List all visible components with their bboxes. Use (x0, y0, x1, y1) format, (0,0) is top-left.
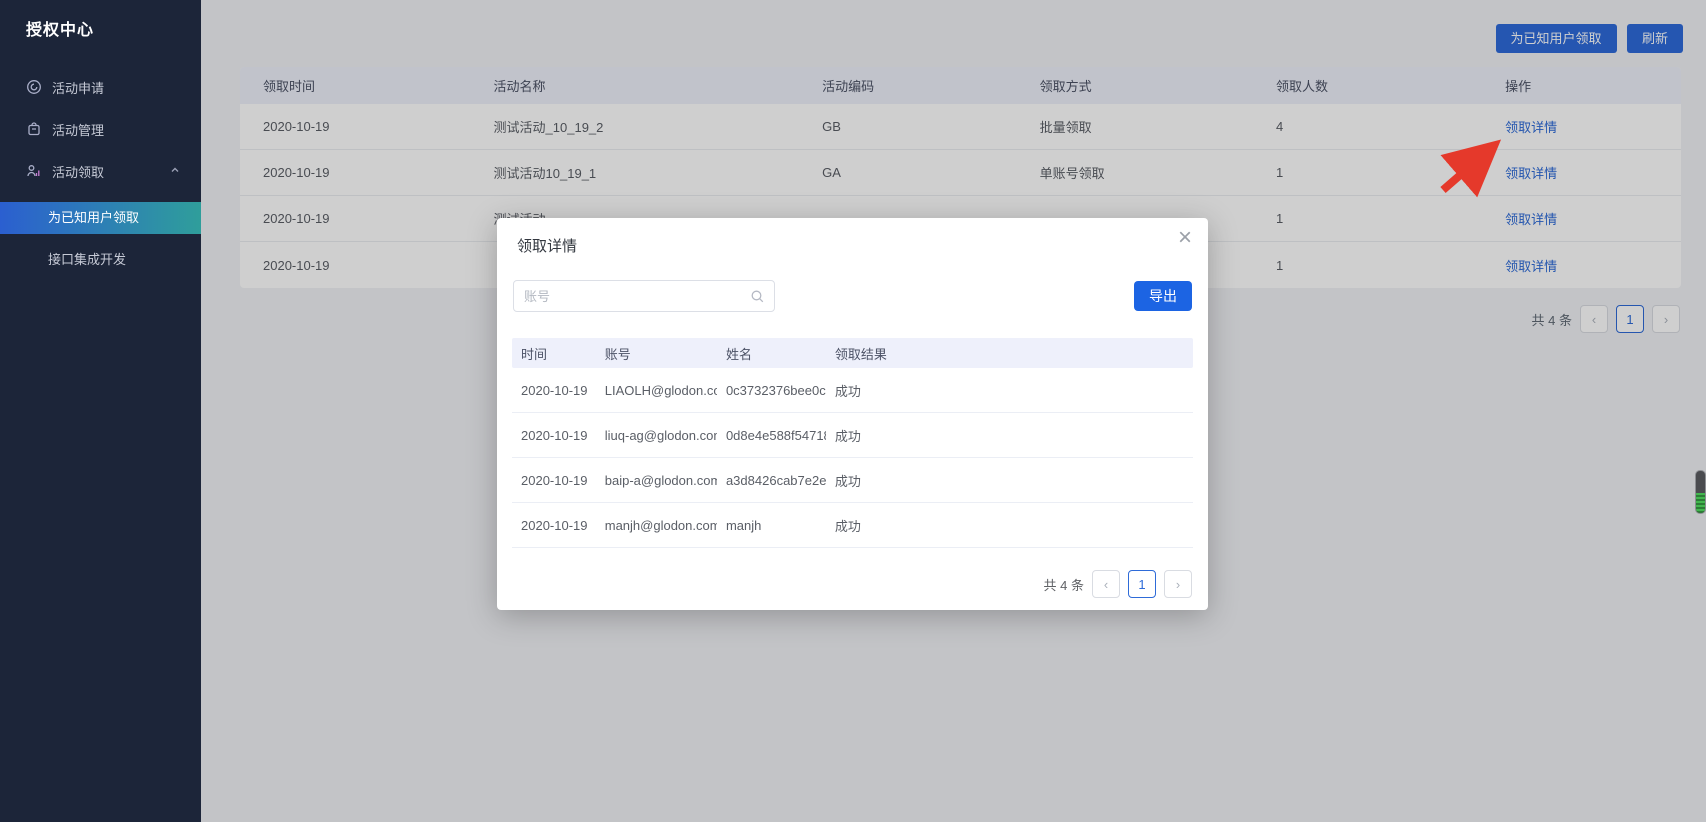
scrollbar-stripes (1696, 493, 1705, 513)
cell-time: 2020-10-19 (512, 383, 596, 398)
search-icon[interactable] (750, 289, 765, 304)
sidebar: 授权中心 活动申请 活动管理 (0, 0, 201, 822)
modal-table-header: 时间 账号 姓名 领取结果 (512, 338, 1193, 368)
cell-account: liuq-ag@glodon.com (596, 428, 717, 443)
cell-account: baip-a@glodon.com (596, 473, 717, 488)
close-icon[interactable]: × (1178, 226, 1192, 250)
sidebar-item-activity-manage[interactable]: 活动管理 (0, 108, 201, 150)
activity-manage-icon (26, 121, 42, 137)
prev-page-button[interactable]: ‹ (1092, 570, 1120, 598)
sidebar-item-label: 活动领取 (52, 162, 104, 181)
account-search-input[interactable] (514, 281, 750, 311)
col-header-result: 领取结果 (826, 344, 1193, 363)
total-count-label: 共 4 条 (1044, 575, 1084, 594)
page-1-button[interactable]: 1 (1128, 570, 1156, 598)
sidebar-menu: 活动申请 活动管理 活动领取 (0, 66, 201, 276)
account-search-field (513, 280, 775, 312)
activity-apply-icon (26, 79, 42, 95)
next-page-button[interactable]: › (1164, 570, 1192, 598)
cell-name: 0d8e4e588f547185 (717, 428, 826, 443)
modal-table-row: 2020-10-19 baip-a@glodon.com a3d8426cab7… (512, 458, 1193, 503)
claim-detail-table: 时间 账号 姓名 领取结果 2020-10-19 LIAOLH@glodon.c… (512, 338, 1193, 548)
cell-name: a3d8426cab7e2e7e (717, 473, 826, 488)
cell-time: 2020-10-19 (512, 473, 596, 488)
cell-account: LIAOLH@glodon.com (596, 383, 717, 398)
col-header-account: 账号 (596, 344, 717, 363)
activity-claim-icon (26, 163, 42, 179)
cell-time: 2020-10-19 (512, 428, 596, 443)
modal-table-row: 2020-10-19 manjh@glodon.com manjh 成功 (512, 503, 1193, 548)
main-content: 为已知用户领取 刷新 领取时间 活动名称 活动编码 领取方式 领取人数 操作 2… (201, 0, 1706, 822)
modal-pagination: 共 4 条 ‹ 1 › (1044, 570, 1192, 598)
sidebar-item-label: 活动管理 (52, 120, 104, 139)
app-window: 授权中心 活动申请 活动管理 (0, 0, 1706, 825)
cell-name: manjh (717, 518, 826, 533)
col-header-time: 时间 (512, 344, 596, 363)
chevron-up-icon[interactable] (169, 164, 181, 179)
sidebar-item-label: 活动申请 (52, 78, 104, 97)
modal-title: 领取详情 (497, 218, 1208, 256)
sidebar-item-claim-for-known-users[interactable]: 为已知用户领取 (0, 202, 201, 234)
claim-detail-modal: 领取详情 × 导出 时间 账号 姓名 领取结果 20 (497, 218, 1208, 610)
cell-result: 成功 (826, 381, 1193, 400)
sidebar-item-activity-claim[interactable]: 活动领取 (0, 150, 201, 192)
sidebar-item-api-integration[interactable]: 接口集成开发 (0, 244, 201, 276)
col-header-name: 姓名 (717, 344, 826, 363)
app-title: 授权中心 (0, 0, 201, 40)
export-button[interactable]: 导出 (1134, 281, 1192, 311)
modal-table-row: 2020-10-19 LIAOLH@glodon.com 0c3732376be… (512, 368, 1193, 413)
cell-result: 成功 (826, 516, 1193, 535)
modal-table-row: 2020-10-19 liuq-ag@glodon.com 0d8e4e588f… (512, 413, 1193, 458)
cell-result: 成功 (826, 426, 1193, 445)
cell-name: 0c3732376bee0cbe (717, 383, 826, 398)
scrollbar-thumb[interactable] (1695, 470, 1706, 514)
cell-result: 成功 (826, 471, 1193, 490)
sidebar-item-activity-apply[interactable]: 活动申请 (0, 66, 201, 108)
cell-account: manjh@glodon.com (596, 518, 717, 533)
cell-time: 2020-10-19 (512, 518, 596, 533)
